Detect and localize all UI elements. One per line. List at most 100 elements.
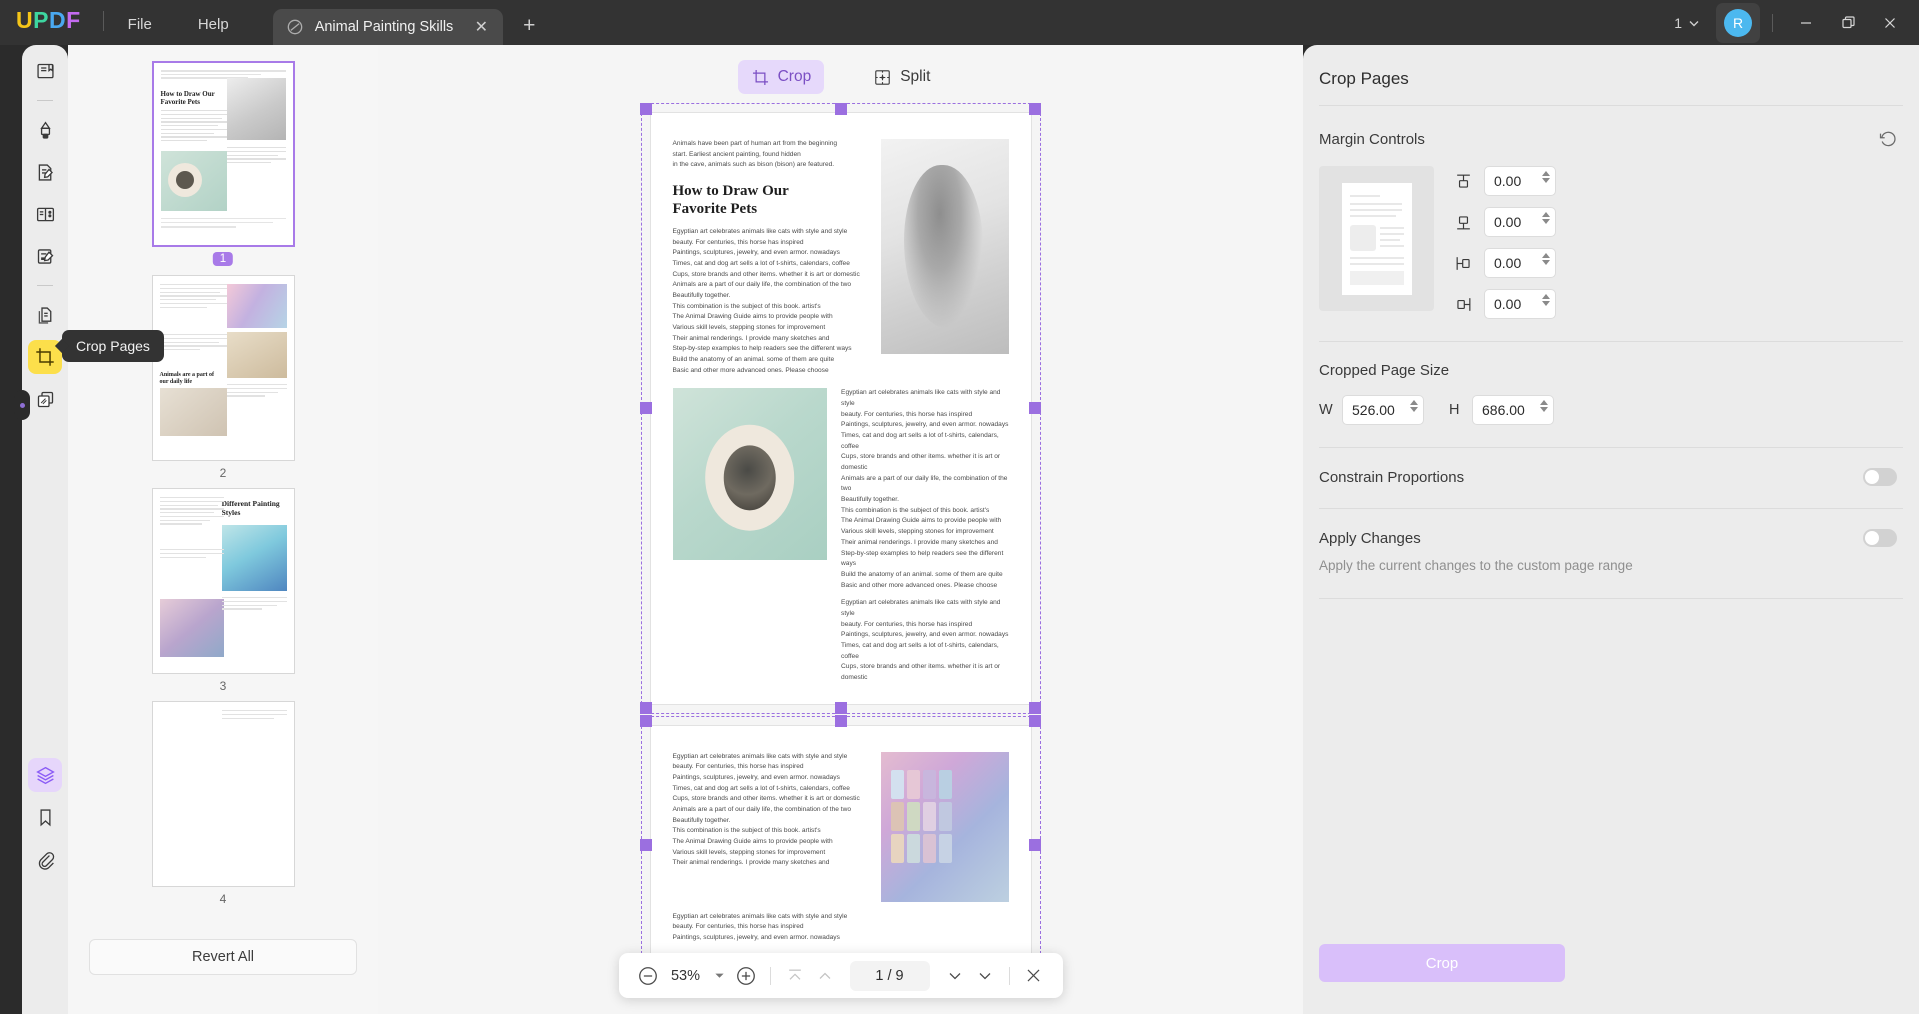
stepper-up-icon[interactable]: [1542, 212, 1550, 217]
preview-page: [1341, 182, 1412, 295]
margin-top-spinners[interactable]: [1542, 171, 1550, 183]
rail-bottom-group: [22, 758, 68, 884]
page-number-input[interactable]: 1 / 9: [849, 960, 930, 991]
crop-handle-top-right[interactable]: [1029, 102, 1041, 115]
zoom-out-button[interactable]: [633, 961, 663, 991]
zoom-in-button[interactable]: [731, 961, 761, 991]
sidebar-item-bookmarks[interactable]: [28, 800, 62, 834]
last-page-button[interactable]: [970, 961, 1000, 991]
stepper-down-icon[interactable]: [1542, 219, 1550, 224]
page-body-text: Egyptian art celebrates animals like cat…: [672, 228, 860, 374]
crop-handle-bottom-left[interactable]: [640, 702, 652, 715]
stepper-down-icon[interactable]: [1410, 407, 1418, 412]
crop-pages-tooltip: Crop Pages: [62, 330, 164, 362]
reset-margins-button[interactable]: [1875, 126, 1901, 152]
zoom-level-value[interactable]: 53%: [663, 968, 709, 984]
user-avatar-button[interactable]: R: [1716, 2, 1760, 43]
thumbnail-page-3[interactable]: Different Painting Styles 3: [151, 488, 295, 693]
margin-right-icon: [1452, 293, 1474, 315]
crop-mode-tabs: Crop Split: [378, 53, 1303, 101]
sidebar-item-edit-pdf[interactable]: [28, 155, 62, 189]
stepper-down-icon[interactable]: [1542, 301, 1550, 306]
thumbnail-page-1[interactable]: How to Draw Our Favorite Pets 1: [151, 61, 295, 267]
stepper-down-icon[interactable]: [1542, 178, 1550, 183]
panel-collapse-handle[interactable]: [14, 390, 30, 420]
stepper-down-icon[interactable]: [1542, 260, 1550, 265]
page-right-column: [880, 139, 1009, 376]
sidebar-item-reader[interactable]: [28, 54, 62, 88]
maximize-button[interactable]: [1827, 0, 1869, 45]
crop-handle-bottom-right[interactable]: [1029, 702, 1041, 715]
menu-file[interactable]: File: [114, 16, 166, 33]
margin-top-icon: [1452, 170, 1474, 192]
previous-page-button[interactable]: [810, 961, 840, 991]
stepper-up-icon[interactable]: [1542, 253, 1550, 258]
sidebar-item-comment[interactable]: [28, 113, 62, 147]
thumbnail-page-4[interactable]: 4: [151, 701, 295, 906]
chevron-down-icon: [1689, 20, 1699, 26]
menu-help[interactable]: Help: [184, 16, 243, 33]
thumbnail-page-2[interactable]: Animals are a part of our daily life 2: [151, 275, 295, 480]
new-tab-button[interactable]: +: [515, 12, 543, 40]
crop-button[interactable]: Crop: [1319, 944, 1565, 982]
document-page-1[interactable]: Animals have been part of human art from…: [640, 102, 1041, 715]
reset-icon: [1879, 131, 1896, 147]
crop-handle-middle-right[interactable]: [1029, 838, 1041, 851]
close-window-button[interactable]: [1869, 0, 1911, 45]
stepper-up-icon[interactable]: [1542, 171, 1550, 176]
stepper-up-icon[interactable]: [1542, 294, 1550, 299]
cropped-page-size-header: Cropped Page Size: [1303, 342, 1919, 379]
margin-right-spinners[interactable]: [1542, 294, 1550, 306]
margin-bottom-spinners[interactable]: [1542, 212, 1550, 224]
thumbnail-scroll-area[interactable]: How to Draw Our Favorite Pets 1 Animals …: [68, 45, 378, 957]
tab-split[interactable]: Split: [860, 60, 943, 94]
crop-handle-top-right[interactable]: [1029, 715, 1041, 728]
crop-handle-bottom-middle[interactable]: [834, 702, 847, 715]
sidebar-item-organize-pages[interactable]: [28, 197, 62, 231]
next-page-button[interactable]: [940, 961, 970, 991]
stepper-up-icon[interactable]: [1410, 400, 1418, 405]
page-preview-thumbnail: [1319, 166, 1434, 311]
sidebar-item-layers[interactable]: [28, 758, 62, 792]
margin-right-input[interactable]: 0.00: [1484, 289, 1556, 319]
sidebar-item-attachments[interactable]: [28, 842, 62, 876]
revert-bar: Revert All: [68, 912, 378, 1014]
tab-crop[interactable]: Crop: [737, 60, 825, 94]
window-controls-group: 1 R: [1666, 0, 1919, 45]
document-page-2[interactable]: Egyptian art celebrates animals like cat…: [640, 715, 1041, 974]
crop-handle-middle-right[interactable]: [1029, 402, 1041, 415]
width-input[interactable]: 526.00: [1342, 395, 1424, 425]
document-tab[interactable]: Animal Painting Skills ✕: [272, 9, 504, 45]
sidebar-item-protect[interactable]: [28, 382, 62, 416]
width-spinners[interactable]: [1410, 400, 1418, 412]
page-scroll-area[interactable]: Animals have been part of human art from…: [378, 102, 1303, 1014]
thumbnail-page-number: 2: [219, 466, 227, 480]
constrain-proportions-toggle[interactable]: [1863, 468, 1897, 486]
sidebar-item-convert-pdf[interactable]: [28, 298, 62, 332]
close-tab-icon[interactable]: ✕: [471, 17, 491, 37]
thumbnail-image: Animals are a part of our daily life: [151, 275, 295, 461]
apply-changes-toggle[interactable]: [1863, 529, 1897, 547]
cropped-page-size-row: W 526.00 H 686.00: [1303, 379, 1919, 425]
stepper-down-icon[interactable]: [1540, 407, 1548, 412]
margin-controls-header: Margin Controls: [1303, 106, 1919, 152]
zoom-dropdown-caret[interactable]: [709, 963, 731, 989]
margin-left-spinners[interactable]: [1542, 253, 1550, 265]
stepper-up-icon[interactable]: [1540, 400, 1548, 405]
margin-left-input[interactable]: 0.00: [1484, 248, 1556, 278]
minimize-button[interactable]: [1785, 0, 1827, 45]
close-toolbar-button[interactable]: [1019, 961, 1049, 991]
first-page-button[interactable]: [780, 961, 810, 991]
sidebar-item-prepare-form[interactable]: [28, 239, 62, 273]
crop-icon: [752, 69, 768, 85]
page-lower-text: Egyptian art celebrates animals like cat…: [673, 912, 1009, 944]
height-input[interactable]: 686.00: [1472, 395, 1554, 425]
window-count-dropdown[interactable]: 1: [1666, 11, 1708, 35]
revert-all-button[interactable]: Revert All: [89, 939, 357, 975]
page-right-column: [880, 751, 1009, 902]
margin-top-input[interactable]: 0.00: [1484, 166, 1556, 196]
height-spinners[interactable]: [1540, 400, 1548, 412]
margin-top-value: 0.00: [1494, 173, 1522, 189]
margin-bottom-input[interactable]: 0.00: [1484, 207, 1556, 237]
margin-left-row: 0.00: [1452, 248, 1556, 278]
